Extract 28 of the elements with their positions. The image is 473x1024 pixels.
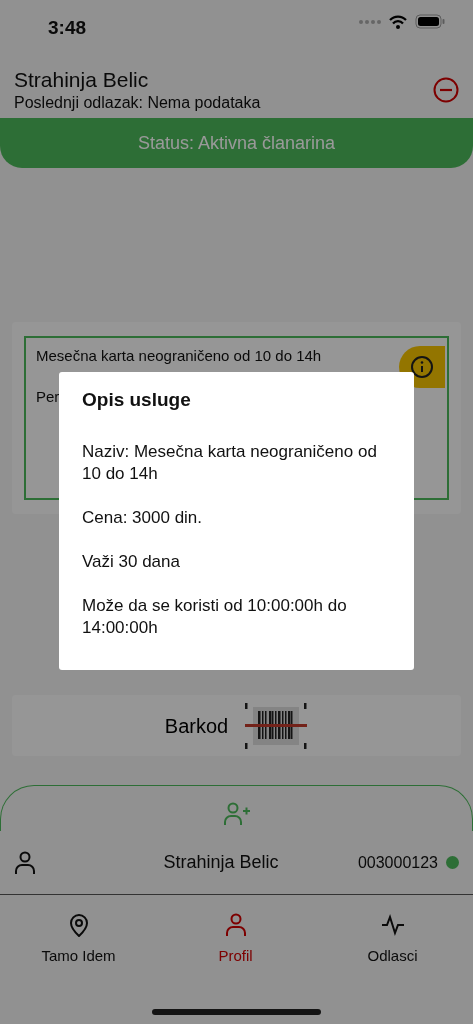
signal-icon (359, 18, 381, 25)
battery-icon (415, 14, 445, 29)
dialog-text: Može da se koristi od 10:00:00h do 14:00:00h (82, 594, 348, 639)
plan-detail: Per (36, 387, 60, 407)
wifi-icon (389, 14, 407, 29)
dialog-title: Opis usluge (82, 388, 192, 412)
tab-item[interactable]: Odlasci (314, 895, 471, 969)
tab-item[interactable]: Profil (157, 895, 314, 969)
info-icon (410, 355, 434, 379)
barcode-button[interactable]: Barkod (12, 695, 461, 756)
person-icon (14, 850, 36, 875)
add-person-icon[interactable] (222, 802, 251, 826)
barcode-label: Barkod (164, 713, 229, 739)
status-banner: Status: Aktivna članarina (0, 118, 473, 168)
plan-title: Mesečna karta neograničeno od 10 do 14h (36, 347, 322, 365)
member-row-name: Strahinja Belic (163, 851, 279, 874)
dialog-text: Važi 30 dana (82, 550, 181, 573)
person-icon (223, 913, 248, 937)
member-number: 003000123 (357, 852, 438, 873)
member-name: Strahinja Belic (14, 67, 150, 93)
dialog-text: Naziv: Mesečna karta neograničeno od 10 do 14h (82, 440, 378, 485)
remove-icon[interactable] (433, 77, 459, 103)
last-visit-text: Poslednji odlazak: Nema podataka (14, 93, 261, 113)
dialog-text: Cena: 3000 din. (82, 506, 204, 529)
pulse-icon (380, 913, 405, 937)
tab-item[interactable]: Tamo Idem (0, 895, 157, 969)
clock-time: 3:48 (48, 16, 87, 40)
barcode-icon (244, 701, 309, 750)
